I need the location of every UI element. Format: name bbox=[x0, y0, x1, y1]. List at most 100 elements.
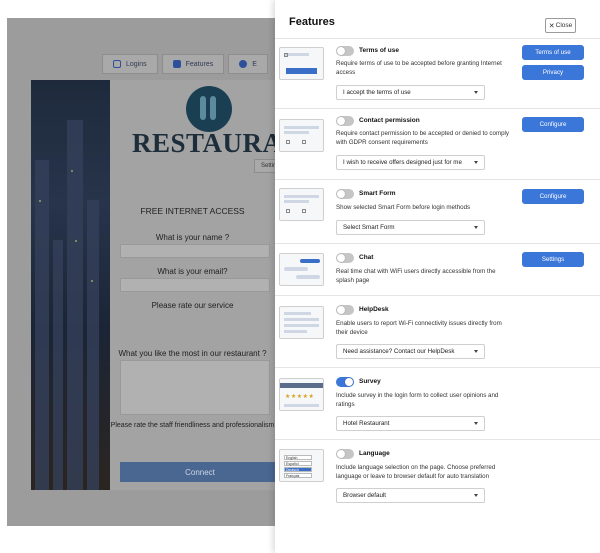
preview-line bbox=[284, 195, 319, 198]
terms-of-use-button[interactable]: Terms of use bbox=[522, 45, 584, 60]
preview-checkbox bbox=[284, 53, 288, 57]
chat-bubble bbox=[284, 267, 308, 271]
smart-form-toggle[interactable] bbox=[336, 189, 354, 199]
privacy-button[interactable]: Privacy bbox=[522, 65, 584, 80]
feature-description: Real time chat with WiFi users directly … bbox=[336, 268, 496, 284]
tab-logins[interactable]: Logins bbox=[102, 54, 158, 74]
language-option: English bbox=[284, 455, 312, 460]
building-shape bbox=[67, 120, 83, 490]
language-option: Español bbox=[284, 461, 312, 466]
name-field[interactable] bbox=[120, 244, 270, 258]
contact-permission-toggle[interactable] bbox=[336, 116, 354, 126]
feature-name: Contact permission bbox=[359, 117, 420, 124]
preview-line bbox=[284, 330, 307, 333]
window-light bbox=[75, 240, 77, 242]
chat-bubble bbox=[296, 275, 320, 279]
preview-checkbox bbox=[302, 140, 306, 144]
smart-form-select[interactable]: Select Smart Form bbox=[336, 220, 485, 235]
connect-button[interactable]: Connect bbox=[120, 462, 275, 482]
preview-checkbox bbox=[286, 140, 290, 144]
feature-row-terms: Terms of use Require terms of use to be … bbox=[275, 38, 600, 108]
email-field[interactable] bbox=[120, 278, 270, 292]
select-value: I wish to receive offers designed just f… bbox=[343, 159, 462, 166]
building-shape bbox=[35, 160, 49, 490]
chat-toggle[interactable] bbox=[336, 253, 354, 263]
feature-name: Chat bbox=[359, 254, 374, 261]
select-value: Select Smart Form bbox=[343, 224, 395, 231]
question-label: Please rate our service bbox=[151, 301, 234, 310]
tab-more-label: E bbox=[252, 60, 257, 68]
close-icon: ✕ bbox=[548, 22, 555, 30]
feature-name: Survey bbox=[359, 378, 381, 385]
star-rating-icon: ★★★★★ bbox=[285, 394, 315, 400]
language-preview-icon: English Español Deutsch Français bbox=[279, 449, 324, 482]
close-button[interactable]: ✕ Close bbox=[545, 18, 576, 33]
helpdesk-select[interactable]: Need assistance? Contact our HelpDesk bbox=[336, 344, 485, 359]
chevron-down-icon bbox=[474, 226, 478, 229]
feature-name: Language bbox=[359, 450, 390, 457]
comment-field[interactable] bbox=[120, 360, 270, 415]
chevron-down-icon bbox=[474, 91, 478, 94]
feature-name: Terms of use bbox=[359, 47, 399, 54]
feature-row-survey: ★★★★★ Survey Include survey in the login… bbox=[275, 367, 600, 439]
terms-select[interactable]: I accept the terms of use bbox=[336, 85, 485, 100]
preview-line bbox=[284, 131, 309, 134]
question-label: Please rate the staff friendliness and p… bbox=[110, 422, 275, 429]
feature-description: Include language selection on the page. … bbox=[336, 464, 496, 480]
preview-button bbox=[286, 68, 317, 74]
chat-preview-icon bbox=[279, 253, 324, 286]
close-label: Close bbox=[555, 22, 573, 29]
contact-permission-select[interactable]: I wish to receive offers designed just f… bbox=[336, 155, 485, 170]
language-option: Français bbox=[284, 473, 312, 478]
survey-preview-icon: ★★★★★ bbox=[279, 378, 324, 411]
configure-button[interactable]: Configure bbox=[522, 189, 584, 204]
checkbox-icon bbox=[172, 60, 181, 68]
feature-description: Include survey in the login form to coll… bbox=[336, 392, 499, 408]
preview-line bbox=[284, 312, 311, 315]
feature-description: Require contact permission to be accepte… bbox=[336, 130, 510, 146]
settings-button[interactable]: Settings bbox=[522, 252, 584, 267]
chevron-down-icon bbox=[474, 494, 478, 497]
question-label: What is your name ? bbox=[155, 233, 230, 242]
tab-features[interactable]: Features bbox=[161, 54, 225, 74]
tab-more[interactable]: E bbox=[228, 54, 268, 74]
terms-toggle[interactable] bbox=[336, 46, 354, 56]
window-light bbox=[91, 280, 93, 282]
login-icon bbox=[113, 60, 121, 68]
chevron-down-icon bbox=[474, 161, 478, 164]
building-shape bbox=[87, 200, 99, 490]
features-panel: Features ✕ Close Terms of use Require te… bbox=[275, 0, 600, 553]
language-select[interactable]: Browser default bbox=[336, 488, 485, 503]
helpdesk-toggle[interactable] bbox=[336, 305, 354, 315]
feature-row-contact-permission: Contact permission Require contact permi… bbox=[275, 108, 600, 179]
chevron-down-icon bbox=[474, 350, 478, 353]
splash-form-preview: RESTAURANT FREE INTERNET ACCESS What is … bbox=[110, 80, 275, 490]
contact-permission-preview-icon bbox=[279, 119, 324, 152]
select-value: Hotel Restaurant bbox=[343, 420, 390, 427]
building-shape bbox=[53, 240, 63, 490]
tab-logins-label: Logins bbox=[126, 60, 147, 68]
preview-line bbox=[284, 126, 319, 129]
feature-row-helpdesk: HelpDesk Enable users to report Wi-Fi co… bbox=[275, 295, 600, 367]
survey-toggle[interactable] bbox=[336, 377, 354, 387]
editor-tabs: Logins Features E bbox=[102, 54, 268, 74]
helpdesk-preview-icon bbox=[279, 306, 324, 339]
preview-line bbox=[284, 318, 319, 321]
feature-description: Require terms of use to be accepted befo… bbox=[336, 60, 502, 76]
feature-description: Show selected Smart Form before login me… bbox=[336, 204, 471, 211]
language-toggle[interactable] bbox=[336, 449, 354, 459]
survey-select[interactable]: Hotel Restaurant bbox=[336, 416, 485, 431]
window-light bbox=[39, 200, 41, 202]
background-city-image bbox=[31, 80, 111, 490]
question-label: What you like the most in our restaurant… bbox=[118, 349, 267, 358]
configure-button[interactable]: Configure bbox=[522, 117, 584, 132]
preview-checkbox bbox=[302, 209, 306, 213]
circle-icon bbox=[239, 60, 248, 68]
window-light bbox=[71, 170, 73, 172]
preview-checkbox bbox=[286, 209, 290, 213]
question-label: What is your email? bbox=[157, 267, 228, 276]
settings-tag[interactable]: Settings bbox=[254, 159, 275, 173]
chat-bubble bbox=[300, 259, 320, 263]
preview-line bbox=[284, 200, 309, 203]
brand-name: RESTAURANT bbox=[132, 128, 275, 158]
